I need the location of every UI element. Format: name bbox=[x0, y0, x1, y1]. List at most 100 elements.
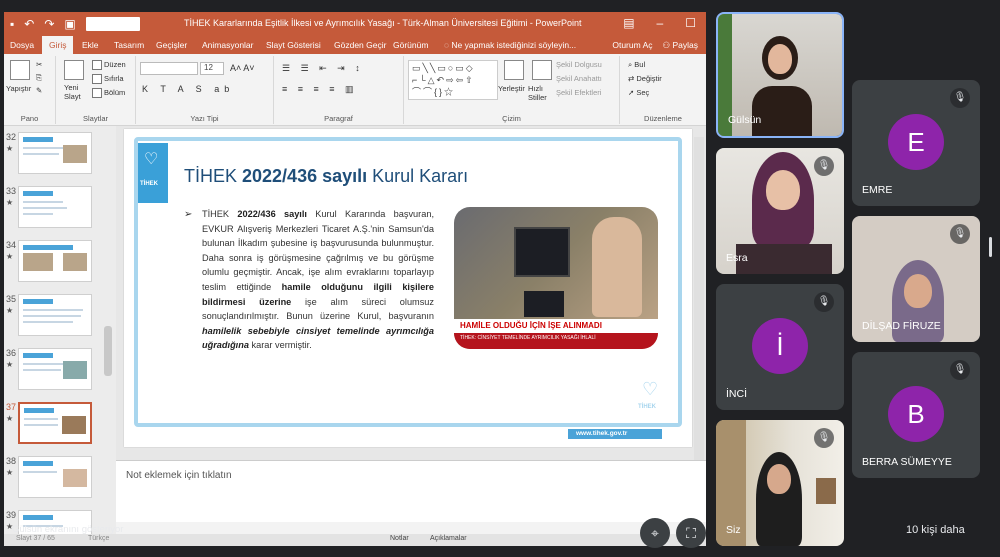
share-button[interactable]: ⚇ Paylaş bbox=[663, 40, 699, 51]
qat-font-box[interactable] bbox=[85, 17, 140, 31]
group-label-font: Yazı Tipi bbox=[190, 114, 219, 123]
thumbnail-image bbox=[18, 348, 92, 390]
section-button[interactable]: Bölüm bbox=[92, 88, 126, 99]
tab-design[interactable]: Tasarım bbox=[114, 40, 144, 50]
body-part-bold: 2022/436 sayılı bbox=[237, 209, 307, 219]
replace-label: Değiştir bbox=[636, 74, 662, 83]
tab-review[interactable]: Gözden Geçir bbox=[334, 40, 386, 50]
font-size-field[interactable]: 12 bbox=[200, 62, 224, 75]
slide-thumbnail-selected[interactable]: 37 ★ bbox=[4, 402, 116, 456]
tab-home[interactable]: Giriş bbox=[42, 36, 74, 54]
group-editing: ⌕ Bul ⇄ Değiştir ➚ Seç Düzenleme bbox=[620, 56, 706, 124]
mic-off-icon: 🎙 bbox=[950, 360, 970, 380]
replace-button[interactable]: ⇄ Değiştir bbox=[628, 74, 662, 83]
notes-toggle[interactable]: Notlar bbox=[390, 535, 409, 542]
group-label-slides: Slaytlar bbox=[82, 114, 108, 123]
participant-tile[interactable]: Gülsün bbox=[716, 12, 844, 138]
quick-styles-icon[interactable] bbox=[532, 60, 552, 80]
font-format-buttons[interactable]: K T A S ab bbox=[142, 84, 234, 94]
participant-name: BERRA SÜMEYYE bbox=[862, 456, 952, 468]
fullscreen-button[interactable]: ⛶ bbox=[676, 518, 706, 548]
signin-link[interactable]: Oturum Aç bbox=[612, 40, 652, 51]
comments-toggle[interactable]: Açıklamalar bbox=[430, 535, 467, 542]
tab-slideshow[interactable]: Slayt Gösterisi bbox=[266, 40, 321, 50]
participant-tile[interactable]: 🎙 B BERRA SÜMEYYE bbox=[852, 352, 980, 478]
language-indicator[interactable]: Türkçe bbox=[88, 535, 109, 542]
slide-scrollbar[interactable] bbox=[694, 137, 704, 462]
slide-thumbnail[interactable]: 33 ★ bbox=[4, 186, 116, 240]
tihek-logo: ♡ TİHEK bbox=[138, 143, 168, 203]
body-part-bold-italic: hamilelik sebebiyle cinsiyet temelinde a… bbox=[202, 325, 434, 351]
slide-thumbnail[interactable]: 36 ★ bbox=[4, 348, 116, 402]
maximize-icon[interactable]: ☐ bbox=[685, 16, 696, 30]
avatar: B bbox=[888, 386, 944, 442]
news-ticker: TİHEK: CİNSİYET TEMELİNDE AYRIMCILIK YAS… bbox=[454, 333, 658, 349]
tab-view[interactable]: Görünüm bbox=[393, 40, 428, 50]
mic-off-icon: 🎙 bbox=[814, 428, 834, 448]
new-slide-icon[interactable] bbox=[64, 60, 84, 80]
group-label-clipboard: Pano bbox=[20, 114, 39, 123]
participant-tile[interactable]: 🎙 Esra bbox=[716, 148, 844, 274]
present-icon[interactable]: ▣ bbox=[64, 16, 75, 32]
participant-tile[interactable]: 🎙 İ İNCİ bbox=[716, 284, 844, 410]
slide-title: TİHEK 2022/436 sayılı Kurul Kararı bbox=[184, 166, 468, 187]
minimize-icon[interactable]: – bbox=[657, 16, 664, 30]
title-bar: ▪ ↶ ↷ ▣ TİHEK Kararlarında Eşitlik İlkes… bbox=[4, 12, 706, 36]
unpin-button[interactable]: ⌖ bbox=[640, 518, 670, 548]
news-caption: HAMİLE OLDUĞU İÇİN İŞE ALINMADI bbox=[454, 319, 658, 333]
ribbon: Yapıştır ✂ ⎘ ✎ Pano Yeni Slayt Düzen Sıf… bbox=[4, 54, 706, 126]
new-slide-button[interactable]: Yeni Slayt bbox=[64, 83, 88, 101]
thumbnail-scrollbar[interactable] bbox=[104, 326, 112, 376]
slide-thumbnail[interactable]: 38 ★ bbox=[4, 456, 116, 510]
section-label: Bölüm bbox=[104, 88, 126, 97]
tab-file[interactable]: Dosya bbox=[10, 40, 34, 50]
footer-url: www.tihek.gov.tr bbox=[568, 429, 662, 439]
align-buttons[interactable]: ≡ ≡ ≡ ≡ ▥ bbox=[282, 84, 358, 95]
more-participants-count[interactable]: 10 kişi daha bbox=[906, 524, 965, 536]
layout-button[interactable]: Düzen bbox=[92, 60, 126, 71]
reset-button[interactable]: Sıfırla bbox=[92, 74, 124, 85]
slide-number: 32 bbox=[6, 132, 17, 142]
find-label: Bul bbox=[634, 60, 646, 69]
quick-access-toolbar: ▪ ↶ ↷ ▣ bbox=[10, 16, 140, 32]
paste-icon[interactable] bbox=[10, 60, 30, 80]
shape-effects-button[interactable]: Şekil Efektleri bbox=[556, 88, 601, 97]
arrange-icon[interactable] bbox=[504, 60, 524, 80]
shape-fill-button[interactable]: Şekil Dolgusu bbox=[556, 60, 602, 69]
arrange-button[interactable]: Yerleştir bbox=[498, 84, 525, 93]
tell-me-box[interactable]: ◌ Ne yapmak istediğinizi söyleyin... bbox=[444, 40, 576, 50]
quick-styles-button[interactable]: Hızlı Stiller bbox=[528, 84, 552, 102]
participants-scrollbar[interactable] bbox=[989, 237, 992, 257]
find-button[interactable]: ⌕ Bul bbox=[628, 60, 645, 70]
participant-tile-self[interactable]: 🎙 Siz bbox=[716, 420, 844, 546]
ribbon-display-icon[interactable]: ▤ bbox=[623, 16, 634, 30]
format-painter-icon[interactable]: ✎ bbox=[36, 86, 42, 95]
font-grow-icon[interactable]: A˄ A˅ bbox=[230, 63, 255, 73]
slide-thumbnail[interactable]: 35 ★ bbox=[4, 294, 116, 348]
tab-insert[interactable]: Ekle bbox=[82, 40, 99, 50]
redo-icon[interactable]: ↷ bbox=[44, 16, 54, 32]
paste-label[interactable]: Yapıştır bbox=[6, 84, 31, 93]
font-name-field[interactable] bbox=[140, 62, 198, 75]
slide-thumbnail[interactable]: 32 ★ bbox=[4, 132, 116, 186]
slide-thumbnail[interactable]: 34 ★ bbox=[4, 240, 116, 294]
participant-tile[interactable]: 🎙 E EMRE bbox=[852, 80, 980, 206]
shapes-gallery[interactable]: ▭╲╲▭○▭◇ ⌐└△↶⇨⇦⇧ ⌒⌒{}☆ bbox=[408, 60, 498, 100]
copy-icon[interactable]: ⎘ bbox=[36, 73, 42, 83]
current-slide[interactable]: ♡ TİHEK TİHEK 2022/436 sayılı Kurul Kara… bbox=[124, 129, 692, 447]
star-icon: ★ bbox=[6, 252, 14, 261]
participant-tile[interactable]: 🎙 DİLŞAD FİRUZE bbox=[852, 216, 980, 342]
list-buttons[interactable]: ☰ ☰ ⇤ ⇥ ↕ bbox=[282, 63, 364, 74]
tab-animations[interactable]: Animasyonlar bbox=[202, 40, 254, 50]
undo-icon[interactable]: ↶ bbox=[24, 16, 34, 32]
save-icon[interactable]: ▪ bbox=[10, 16, 14, 32]
presenter-banner: Gülsün ekranını gösteriyor bbox=[12, 524, 124, 535]
cut-icon[interactable]: ✂ bbox=[36, 60, 42, 69]
notes-pane[interactable]: Not eklemek için tıklatın bbox=[116, 460, 706, 522]
meet-window: ▪ ↶ ↷ ▣ TİHEK Kararlarında Eşitlik İlkes… bbox=[0, 0, 1000, 557]
tab-transitions[interactable]: Geçişler bbox=[156, 40, 187, 50]
shape-outline-button[interactable]: Şekil Anahattı bbox=[556, 74, 602, 83]
select-button[interactable]: ➚ Seç bbox=[628, 88, 649, 97]
star-icon: ★ bbox=[6, 144, 14, 153]
body-part: TİHEK bbox=[202, 209, 238, 219]
